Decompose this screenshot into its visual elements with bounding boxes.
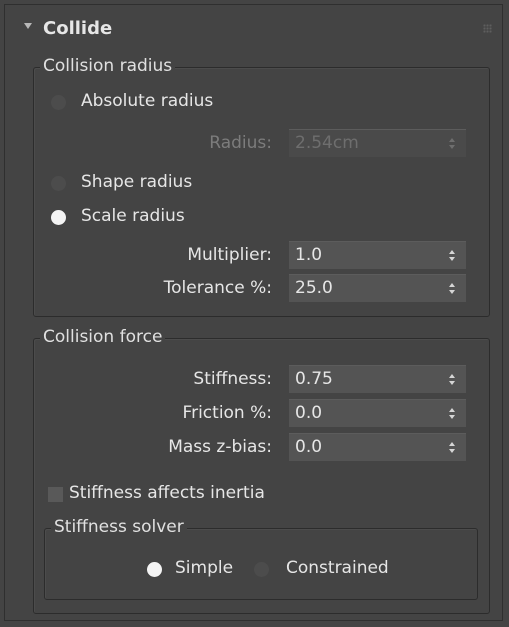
- simple-solver-label: Simple: [175, 558, 234, 578]
- spinner-arrows-icon[interactable]: [449, 138, 456, 150]
- simple-solver-radio[interactable]: [147, 562, 162, 577]
- spinner-arrows-icon[interactable]: [449, 374, 456, 386]
- friction-spinner[interactable]: 0.0: [289, 399, 466, 427]
- mass-z-bias-label: Mass z-bias:: [168, 437, 272, 457]
- multiplier-spinner[interactable]: 1.0: [289, 241, 466, 269]
- shape-radius-label: Shape radius: [81, 172, 193, 192]
- rollout-title: Collide: [43, 18, 113, 39]
- stiffness-spinner[interactable]: 0.75: [289, 365, 466, 393]
- tolerance-label: Tolerance %:: [163, 278, 272, 298]
- collision-force-group-title: Collision force: [40, 327, 166, 347]
- absolute-radius-radio[interactable]: [51, 95, 66, 110]
- multiplier-label: Multiplier:: [187, 245, 272, 265]
- drag-grip-icon[interactable]: [483, 24, 492, 33]
- mass-z-bias-spinner[interactable]: 0.0: [289, 433, 466, 461]
- stiffness-value[interactable]: 0.75: [295, 369, 333, 389]
- constrained-solver-radio[interactable]: [254, 562, 269, 577]
- scale-radius-radio[interactable]: [51, 210, 66, 225]
- stiffness-label: Stiffness:: [193, 369, 272, 389]
- radius-value[interactable]: 2.54cm: [295, 133, 359, 153]
- rollout-header[interactable]: Collide: [5, 5, 502, 51]
- spinner-arrows-icon[interactable]: [449, 250, 456, 262]
- multiplier-value[interactable]: 1.0: [295, 245, 322, 265]
- constrained-solver-label: Constrained: [286, 558, 389, 578]
- stiffness-affects-inertia-checkbox[interactable]: [48, 487, 63, 502]
- scale-radius-label: Scale radius: [81, 206, 185, 226]
- tolerance-spinner[interactable]: 25.0: [289, 274, 466, 302]
- absolute-radius-label: Absolute radius: [81, 91, 214, 111]
- spinner-arrows-icon[interactable]: [449, 408, 456, 420]
- radius-spinner[interactable]: 2.54cm: [289, 129, 466, 157]
- spinner-arrows-icon[interactable]: [449, 283, 456, 295]
- stiffness-solver-group-title: Stiffness solver: [51, 517, 187, 537]
- tolerance-value[interactable]: 25.0: [295, 278, 333, 298]
- radius-label: Radius:: [209, 133, 272, 153]
- collision-radius-group-title: Collision radius: [40, 56, 176, 76]
- collapse-arrow-icon[interactable]: [24, 23, 32, 29]
- friction-value[interactable]: 0.0: [295, 403, 322, 423]
- mass-z-bias-value[interactable]: 0.0: [295, 437, 322, 457]
- collide-rollout-panel: Collide Collision radius Absolute radius…: [4, 4, 503, 621]
- friction-label: Friction %:: [182, 403, 272, 423]
- spinner-arrows-icon[interactable]: [449, 442, 456, 454]
- shape-radius-radio[interactable]: [51, 176, 66, 191]
- stiffness-affects-inertia-label: Stiffness affects inertia: [69, 483, 265, 503]
